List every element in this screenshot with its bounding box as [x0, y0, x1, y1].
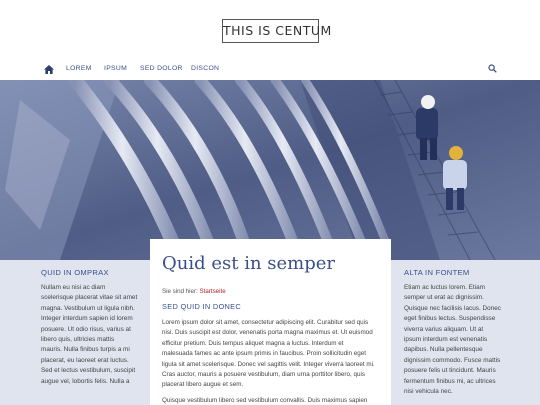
text-line: dapibus. Nulla pellentesque: [404, 346, 483, 354]
text-line: nisi vehicula nec.: [404, 388, 453, 396]
home-icon[interactable]: [44, 65, 54, 74]
text-line: Quisque nec facilisis lacus. Donec: [404, 304, 501, 312]
text-line: augue vel, lobortis felis. Nulla a: [41, 377, 130, 385]
text-line: eget finibus lectus. Suspendisse: [404, 315, 496, 323]
text-line: Lorem ipsum dolor sit amet, consectetur …: [162, 319, 369, 326]
text-line: ligula sit amet scelerisque. Donec vel s…: [162, 360, 375, 368]
text-line: efficitur pretium. Duis tempus aliquet m…: [162, 339, 344, 347]
page-title: Quid est in semper: [162, 253, 336, 274]
nav-item-lorem[interactable]: LOREM: [66, 65, 92, 72]
text-line: ipsum interdum est venenatis: [404, 336, 488, 344]
text-line: Cras auctor, mauris a posuere vestibulum…: [162, 371, 365, 379]
text-line: nisi. Duis suscipit est dolor, venenatis…: [162, 329, 373, 337]
text-line: libero quis, ultricies mattis: [41, 336, 115, 344]
section-subtitle: SED QUID IN DONEC: [162, 302, 242, 311]
text-line: dignissim commodo. Fusce mattis: [404, 356, 501, 364]
main-content: Quid est in semper Sie sind hier: Starts…: [150, 239, 391, 405]
nav-item-sed-dolor[interactable]: SED DOLOR: [140, 65, 183, 72]
text-line: semper ut erat ac dignissim.: [404, 294, 484, 302]
text-line: magna. Vestibulum ut ligula nibh.: [41, 304, 135, 312]
hero-image: [0, 80, 540, 260]
text-line: posuere. Ut odio risus, varius at: [41, 325, 131, 333]
hero-illustration: [0, 80, 540, 260]
main-paragraph: Lorem ipsum dolor sit amet, consectetur …: [162, 318, 379, 391]
left-sidebar-title: QUID IN OMPRAX: [41, 268, 109, 277]
text-line: placerat libero augue et sem.: [162, 381, 244, 389]
breadcrumb: Sie sind hier: Startseite: [162, 288, 379, 295]
main-navigation: LOREM IPSUM SED DOLOR DISCON: [0, 60, 540, 80]
breadcrumb-link-home[interactable]: Startseite: [200, 288, 226, 295]
text-line: mauris. Nulla finibus turpis a mi: [41, 346, 130, 354]
text-line: Etiam ac luctus lorem. Etiam: [404, 284, 485, 291]
right-sidebar-text: Etiam ac luctus lorem. Etiam semper ut e…: [404, 283, 540, 397]
right-sidebar: ALTA IN FONTEM Etiam ac luctus lorem. Et…: [391, 260, 540, 405]
text-line: Integer interdum sapien id lorem: [41, 315, 133, 323]
text-line: placerat, eu laoreet erat luctus.: [41, 356, 129, 364]
text-line: scelerisque placerat vitae sit amet: [41, 294, 138, 302]
nav-item-ipsum[interactable]: IPSUM: [104, 65, 127, 72]
left-sidebar-text: Nullam eu nisi ac diam scelerisque place…: [41, 283, 150, 387]
text-line: Quisque vestibulum libero sed vestibulum…: [162, 396, 368, 404]
text-line: Nullam eu nisi ac diam: [41, 284, 106, 291]
search-icon[interactable]: [488, 64, 497, 73]
left-sidebar: QUID IN OMPRAX Nullam eu nisi ac diam sc…: [0, 260, 150, 405]
breadcrumb-prefix: Sie sind hier:: [162, 288, 198, 295]
main-paragraph: Quisque vestibulum libero sed vestibulum…: [162, 396, 379, 405]
site-logo[interactable]: THIS IS CENTUM: [222, 19, 331, 43]
text-line: posuere felis ut tincidunt. Mauris: [404, 367, 496, 375]
text-line: malesuada fames ac ante ipsum primis in …: [162, 350, 367, 358]
right-sidebar-title: ALTA IN FONTEM: [404, 268, 470, 277]
nav-item-discon[interactable]: DISCON: [191, 65, 219, 72]
text-line: fermentum finibus mi, ac ultrices: [404, 377, 496, 385]
text-line: Sed et lectus vestibulum, suscipit: [41, 367, 136, 375]
text-line: viverra varius aliquam. Ut at: [404, 325, 484, 333]
